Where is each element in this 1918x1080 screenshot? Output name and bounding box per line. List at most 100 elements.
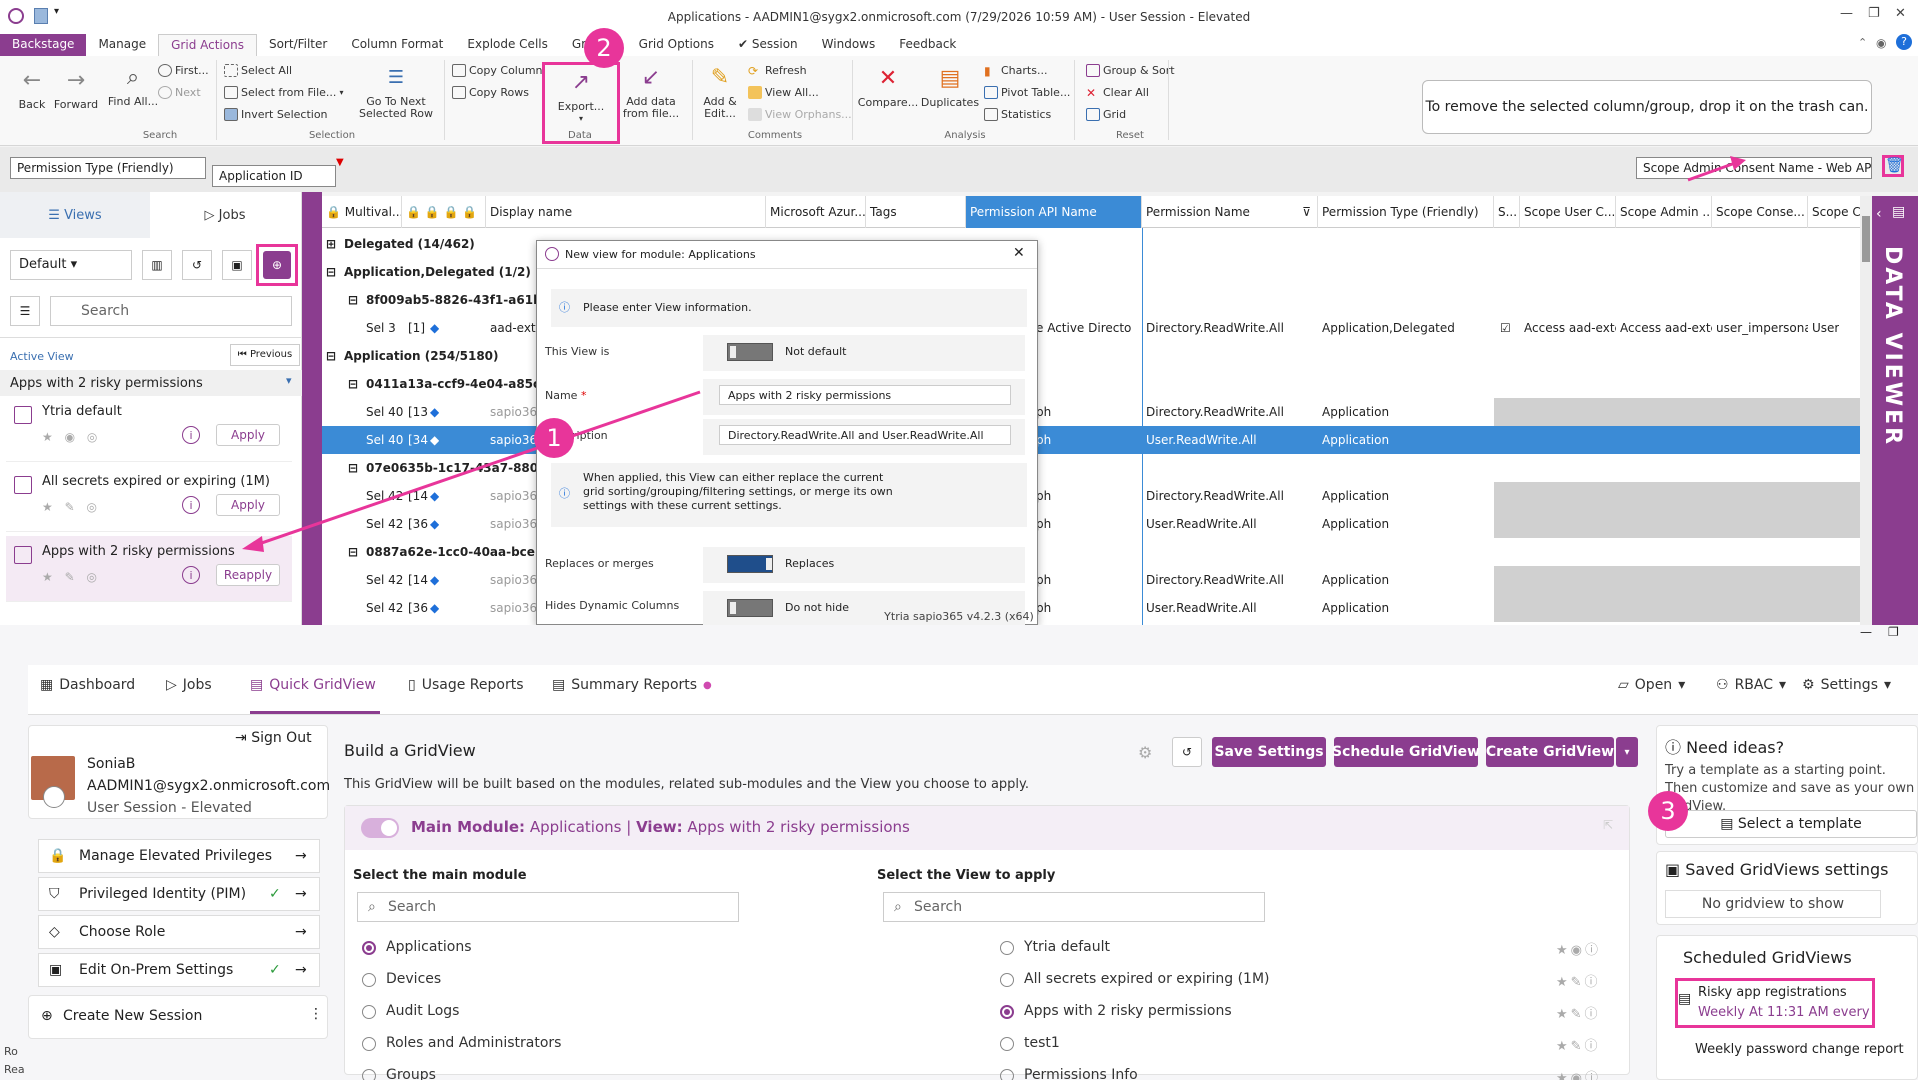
scheduled-item-risky[interactable]: ▤ Risky app registrations Weekly At 11:3… bbox=[1675, 978, 1875, 1028]
kebab-menu-icon[interactable]: ⋮ bbox=[309, 1006, 323, 1022]
nav-rbac-label: RBAC bbox=[1734, 677, 1774, 693]
module-label: Applications bbox=[386, 939, 472, 955]
nav-dashboard-label: Dashboard bbox=[59, 677, 136, 693]
nav-quick-gridview[interactable]: ▤ Quick GridView bbox=[250, 677, 376, 693]
need-ideas-card: ⓘ Need ideas? Try a template as a starti… bbox=[1656, 725, 1918, 845]
build-gridview-title: Build a GridView bbox=[344, 741, 476, 760]
scheduled-title: Scheduled GridViews bbox=[1683, 948, 1852, 967]
view-option-icons: ★◉ⓘ bbox=[1556, 1071, 1601, 1080]
nav-open[interactable]: ▱ Open ▾ bbox=[1618, 677, 1685, 693]
radio-roles[interactable] bbox=[362, 1037, 376, 1051]
module-label: Roles and Administrators bbox=[386, 1035, 562, 1051]
settings-icon: ▣ bbox=[49, 962, 63, 978]
step-badge-1: 1 bbox=[534, 418, 574, 458]
module-radio-list: Applications Devices Audit Logs Roles an… bbox=[352, 933, 822, 1080]
lock-icon: 🔒 bbox=[49, 848, 67, 864]
create-session-label: Create New Session bbox=[63, 1008, 203, 1024]
minimize-icon[interactable]: — bbox=[1860, 625, 1872, 639]
view-radio-list: Ytria default ★◉ⓘ All secrets expired or … bbox=[990, 933, 1610, 1080]
create-session-button[interactable]: ⊕ Create New Session ⋮ bbox=[28, 995, 328, 1039]
plus-icon: ⊕ bbox=[41, 1008, 53, 1024]
arrow-right-icon: → bbox=[295, 848, 307, 864]
link-label: Choose Role bbox=[79, 924, 166, 940]
select-module-label: Select the main module bbox=[353, 868, 527, 883]
gridview-logo-icon: ⚙ bbox=[1138, 743, 1153, 762]
module-search-input[interactable]: ⌕ Search bbox=[357, 892, 739, 922]
radio-ytria-default[interactable] bbox=[1000, 941, 1014, 955]
dashboard-icon: ▦ bbox=[40, 677, 54, 693]
view-value: Apps with 2 risky permissions bbox=[687, 818, 910, 836]
user-name: SoniaB bbox=[87, 756, 136, 772]
module-label: Devices bbox=[386, 971, 442, 987]
scheduled-name: Risky app registrations bbox=[1698, 985, 1847, 1000]
choose-role-link[interactable]: ◇ Choose Role → bbox=[38, 915, 320, 949]
nav-settings-label: Settings bbox=[1820, 677, 1878, 693]
arrow-right-icon: → bbox=[295, 924, 307, 940]
main-module-value: Applications bbox=[529, 818, 622, 836]
main-module-label: Main Module: bbox=[411, 818, 526, 836]
save-settings-button[interactable]: Save Settings bbox=[1212, 737, 1326, 767]
check-icon: ✓ bbox=[269, 886, 281, 902]
nav-dashboard[interactable]: ▦ Dashboard bbox=[40, 677, 135, 693]
view-option-label: Permissions Info bbox=[1024, 1067, 1138, 1080]
view-option-label: test1 bbox=[1024, 1035, 1060, 1051]
tag-icon: ◇ bbox=[49, 924, 60, 940]
view-option-icons: ★◉ⓘ bbox=[1556, 943, 1601, 958]
build-description: This GridView will be built based on the… bbox=[344, 777, 1029, 792]
top-nav: ▦ Dashboard ▷ Jobs ▤ Quick GridView ▯ Usage … bbox=[28, 665, 1918, 715]
sign-out-label: Sign Out bbox=[251, 730, 312, 746]
status-bar: Ytria sapio365 v4.2.3 (x64) bbox=[884, 610, 1034, 623]
main-window: ▾ Applications - AADMIN1@sygx2.onmicroso… bbox=[0, 0, 1918, 625]
nav-usage-reports-label: Usage Reports bbox=[421, 677, 524, 693]
need-ideas-label: Need ideas? bbox=[1686, 738, 1785, 757]
link-label: Edit On-Prem Settings bbox=[79, 962, 234, 978]
report-icon: ▯ bbox=[408, 677, 416, 693]
expand-icon[interactable]: ⇱ bbox=[1603, 818, 1613, 832]
save-icon: ▣ bbox=[1665, 860, 1681, 879]
main-module-toggle[interactable] bbox=[361, 818, 399, 838]
radio-audit-logs[interactable] bbox=[362, 1005, 376, 1019]
view-option-label: Ytria default bbox=[1024, 939, 1110, 955]
radio-applications[interactable] bbox=[362, 941, 376, 955]
pim-link[interactable]: ⛉ Privileged Identity (PIM) ✓ → bbox=[38, 877, 320, 911]
summary-icon: ▤ bbox=[552, 677, 566, 693]
radio-groups[interactable] bbox=[362, 1069, 376, 1080]
ideas-text: Try a template as a starting point. Then… bbox=[1665, 763, 1915, 814]
view-option-icons: ★✎ⓘ bbox=[1556, 1039, 1601, 1054]
create-gridview-button[interactable]: Create GridView bbox=[1486, 737, 1614, 767]
radio-devices[interactable] bbox=[362, 973, 376, 987]
gridview-icon: ▤ bbox=[250, 677, 264, 693]
link-label: Privileged Identity (PIM) bbox=[79, 886, 247, 902]
reset-icon[interactable]: ↺ bbox=[1172, 737, 1202, 767]
restore-icon[interactable]: ❐ bbox=[1888, 625, 1899, 639]
secondary-window: — ❐ ▦ Dashboard ▷ Jobs ▤ Quick GridView ▯ Us… bbox=[0, 625, 1918, 1080]
nav-summary-reports[interactable]: ▤ Summary Reports ● bbox=[552, 677, 712, 693]
radio-permissions-info[interactable] bbox=[1000, 1069, 1014, 1080]
edit-onprem-settings-link[interactable]: ▣ Edit On-Prem Settings ✓ → bbox=[38, 953, 320, 987]
nav-quick-gridview-label: Quick GridView bbox=[269, 677, 376, 693]
nav-jobs[interactable]: ▷ Jobs bbox=[166, 677, 212, 693]
schedule-gridview-button[interactable]: Schedule GridView bbox=[1332, 737, 1480, 767]
user-session: User Session - Elevated bbox=[87, 800, 252, 816]
side-label-ro: Ro bbox=[4, 1045, 18, 1058]
radio-secrets-expired[interactable] bbox=[1000, 973, 1014, 987]
select-template-button[interactable]: ▤ Select a template bbox=[1665, 810, 1917, 838]
user-card: ⇥ Sign Out SoniaB AADMIN1@sygx2.onmicros… bbox=[28, 725, 330, 819]
nav-settings[interactable]: ⚙ Settings ▾ bbox=[1802, 677, 1891, 693]
select-view-label: Select the View to apply bbox=[877, 868, 1056, 883]
radio-risky-permissions[interactable] bbox=[1000, 1005, 1014, 1019]
main-module-summary: Main Module: Applications | View: Apps w… bbox=[411, 818, 910, 836]
view-search-input[interactable]: ⌕ Search bbox=[883, 892, 1265, 922]
manage-elevated-privileges-link[interactable]: 🔒 Manage Elevated Privileges → bbox=[38, 839, 320, 873]
nav-rbac[interactable]: ⚇ RBAC ▾ bbox=[1716, 677, 1786, 693]
scheduled-item-password[interactable]: Weekly password change report bbox=[1695, 1042, 1904, 1057]
radio-test1[interactable] bbox=[1000, 1037, 1014, 1051]
view-search-placeholder: Search bbox=[914, 899, 963, 915]
nav-usage-reports[interactable]: ▯ Usage Reports bbox=[408, 677, 524, 693]
view-option-label: All secrets expired or expiring (1M) bbox=[1024, 971, 1270, 987]
create-gridview-dropdown[interactable]: ▾ bbox=[1616, 737, 1638, 767]
nav-summary-reports-label: Summary Reports bbox=[571, 677, 698, 693]
saved-settings-label: Saved GridViews settings bbox=[1685, 860, 1889, 879]
saved-settings-card: ▣ Saved GridViews settings No gridview t… bbox=[1656, 851, 1918, 925]
sign-out-button[interactable]: ⇥ Sign Out bbox=[235, 730, 312, 746]
